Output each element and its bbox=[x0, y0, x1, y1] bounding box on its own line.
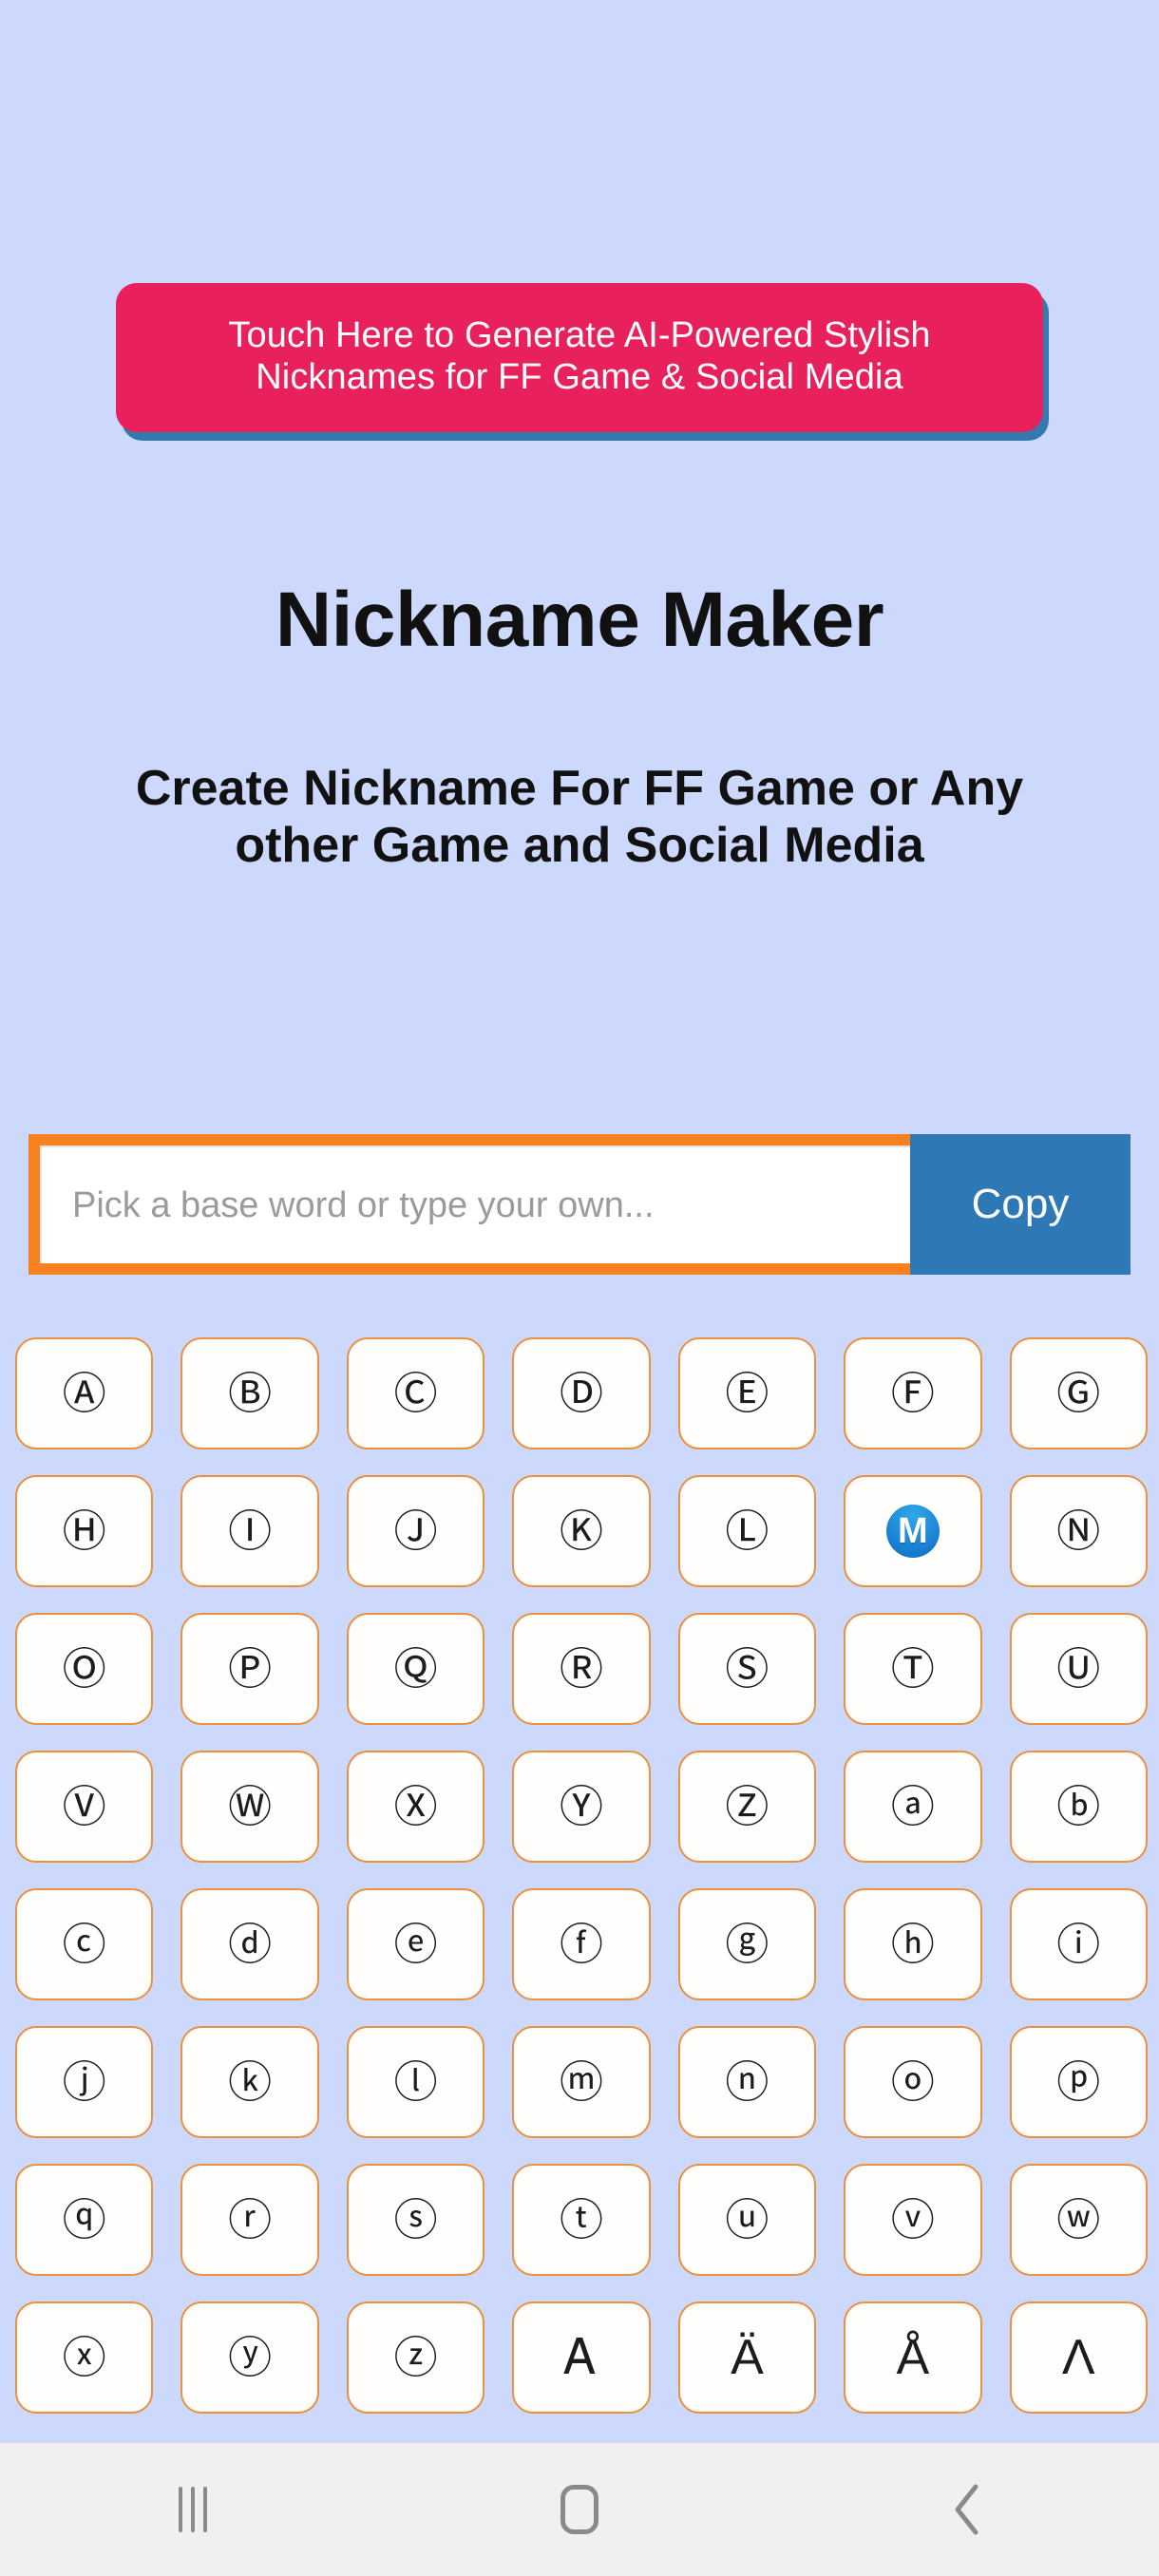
page-title: Nickname Maker bbox=[275, 577, 884, 663]
letter-tile-i[interactable]: ⓘ bbox=[1009, 1888, 1148, 2000]
letter-tile-a-ring[interactable]: Å bbox=[844, 2301, 982, 2414]
letter-tile-e[interactable]: ⓔ bbox=[346, 1888, 485, 2000]
letter-tile-r[interactable]: ⓡ bbox=[180, 2164, 319, 2276]
copy-button[interactable]: Copy bbox=[910, 1134, 1130, 1275]
letter-tile-z[interactable]: ⓩ bbox=[346, 2301, 485, 2414]
letter-tile-b[interactable]: ⓑ bbox=[1009, 1751, 1148, 1863]
letter-tile-b[interactable]: Ⓑ bbox=[180, 1337, 319, 1449]
letter-tile-p[interactable]: Ⓟ bbox=[180, 1613, 319, 1725]
letter-tile-v[interactable]: Ⓥ bbox=[15, 1751, 154, 1863]
letter-tile-j[interactable]: ⓙ bbox=[15, 2026, 154, 2138]
letter-tile-q[interactable]: ⓠ bbox=[15, 2164, 154, 2276]
letter-tile-z[interactable]: Ⓩ bbox=[677, 1751, 817, 1863]
letter-tile-a-umlaut[interactable]: Ä bbox=[677, 2301, 817, 2414]
letter-tile-m[interactable]: M bbox=[844, 1475, 982, 1587]
letter-tile-t[interactable]: ⓣ bbox=[512, 2164, 651, 2276]
letter-tile-n[interactable]: ⓝ bbox=[677, 2026, 817, 2138]
letter-tile-k[interactable]: ⓚ bbox=[180, 2026, 319, 2138]
android-navigation-bar bbox=[0, 2442, 1159, 2576]
letter-tile-r[interactable]: Ⓡ bbox=[512, 1613, 651, 1725]
letter-tile-a[interactable]: ⓐ bbox=[844, 1751, 982, 1863]
letter-tile-w[interactable]: ⓦ bbox=[1009, 2164, 1148, 2276]
letter-tile-l[interactable]: Ⓛ bbox=[677, 1475, 817, 1587]
letter-tile-d[interactable]: Ⓓ bbox=[512, 1337, 651, 1449]
letter-tile-e[interactable]: Ⓔ bbox=[677, 1337, 817, 1449]
letter-tile-g[interactable]: ⓖ bbox=[677, 1888, 817, 2000]
letter-tile-d[interactable]: ⓓ bbox=[180, 1888, 319, 2000]
letter-tile-g[interactable]: Ⓖ bbox=[1009, 1337, 1148, 1449]
base-word-input[interactable] bbox=[40, 1146, 910, 1263]
circled-m-icon: M bbox=[885, 1505, 940, 1558]
base-word-input-row: Copy bbox=[28, 1134, 1130, 1275]
letter-tile-o[interactable]: Ⓞ bbox=[15, 1613, 154, 1725]
letter-tile-a[interactable]: Ⓐ bbox=[15, 1337, 154, 1449]
back-button[interactable] bbox=[881, 2443, 1052, 2576]
letter-tile-o[interactable]: ⓞ bbox=[844, 2026, 982, 2138]
letter-tile-k[interactable]: Ⓚ bbox=[512, 1475, 651, 1587]
letter-tile-m[interactable]: ⓜ bbox=[512, 2026, 651, 2138]
letter-tile-w[interactable]: Ⓦ bbox=[180, 1751, 319, 1863]
letter-tile-i[interactable]: Ⓘ bbox=[180, 1475, 319, 1587]
recents-button[interactable] bbox=[107, 2443, 278, 2576]
home-icon bbox=[560, 2485, 598, 2534]
letter-tile-lambda[interactable]: Λ bbox=[1009, 2301, 1148, 2414]
home-button[interactable] bbox=[494, 2443, 665, 2576]
letter-tile-h[interactable]: ⓗ bbox=[844, 1888, 982, 2000]
letter-tile-c[interactable]: Ⓒ bbox=[346, 1337, 485, 1449]
letter-tile-t[interactable]: Ⓣ bbox=[844, 1613, 982, 1725]
letter-tile-x[interactable]: ⓧ bbox=[15, 2301, 154, 2414]
letter-style-grid: Ⓐ Ⓑ Ⓒ Ⓓ Ⓔ Ⓕ Ⓖ Ⓗ Ⓘ Ⓙ Ⓚ Ⓛ M Ⓝ Ⓞ Ⓟ Ⓠ Ⓡ Ⓢ Ⓣ Ⓤ Ⓥ Ⓦ Ⓧ Ⓨ Ⓩⓐ ⓑ ⓒ ⓓ ⓔ ⓕ ⓖ ⓗ ⓘ ⓙ ⓚ ⓛ ⓜ ⓝ… bbox=[15, 1337, 1148, 2414]
letter-tile-p[interactable]: ⓟ bbox=[1009, 2026, 1148, 2138]
letter-tile-f[interactable]: ⓕ bbox=[512, 1888, 651, 2000]
recents-icon bbox=[179, 2487, 208, 2532]
letter-tile-f[interactable]: Ⓕ bbox=[844, 1337, 982, 1449]
promo-banner-wrapper: Touch Here to Generate AI-Powered Stylis… bbox=[116, 283, 1043, 433]
page-subtitle: Create Nickname For FF Game or Any other… bbox=[135, 761, 1024, 874]
letter-tile-s[interactable]: ⓢ bbox=[346, 2164, 485, 2276]
app-root: Touch Here to Generate AI-Powered Stylis… bbox=[0, 0, 1159, 2576]
letter-tile-c[interactable]: ⓒ bbox=[15, 1888, 154, 2000]
back-chevron-icon bbox=[950, 2483, 982, 2536]
letter-tile-u[interactable]: Ⓤ bbox=[1009, 1613, 1148, 1725]
letter-tile-h[interactable]: Ⓗ bbox=[15, 1475, 154, 1587]
letter-tile-y[interactable]: Ⓨ bbox=[512, 1751, 651, 1863]
letter-tile-x[interactable]: Ⓧ bbox=[346, 1751, 485, 1863]
letter-tile-v[interactable]: ⓥ bbox=[844, 2164, 982, 2276]
letter-tile-n[interactable]: Ⓝ bbox=[1009, 1475, 1148, 1587]
letter-tile-u[interactable]: ⓤ bbox=[677, 2164, 817, 2276]
letter-tile-y[interactable]: ⓨ bbox=[180, 2301, 319, 2414]
letter-tile-l[interactable]: ⓛ bbox=[346, 2026, 485, 2138]
letter-tile-s[interactable]: Ⓢ bbox=[677, 1613, 817, 1725]
letter-tile-a-rounded[interactable]: Ꭺ bbox=[512, 2301, 651, 2414]
generate-nicknames-banner-button[interactable]: Touch Here to Generate AI-Powered Stylis… bbox=[116, 283, 1043, 433]
letter-tile-q[interactable]: Ⓠ bbox=[346, 1613, 485, 1725]
letter-tile-j[interactable]: Ⓙ bbox=[346, 1475, 485, 1587]
